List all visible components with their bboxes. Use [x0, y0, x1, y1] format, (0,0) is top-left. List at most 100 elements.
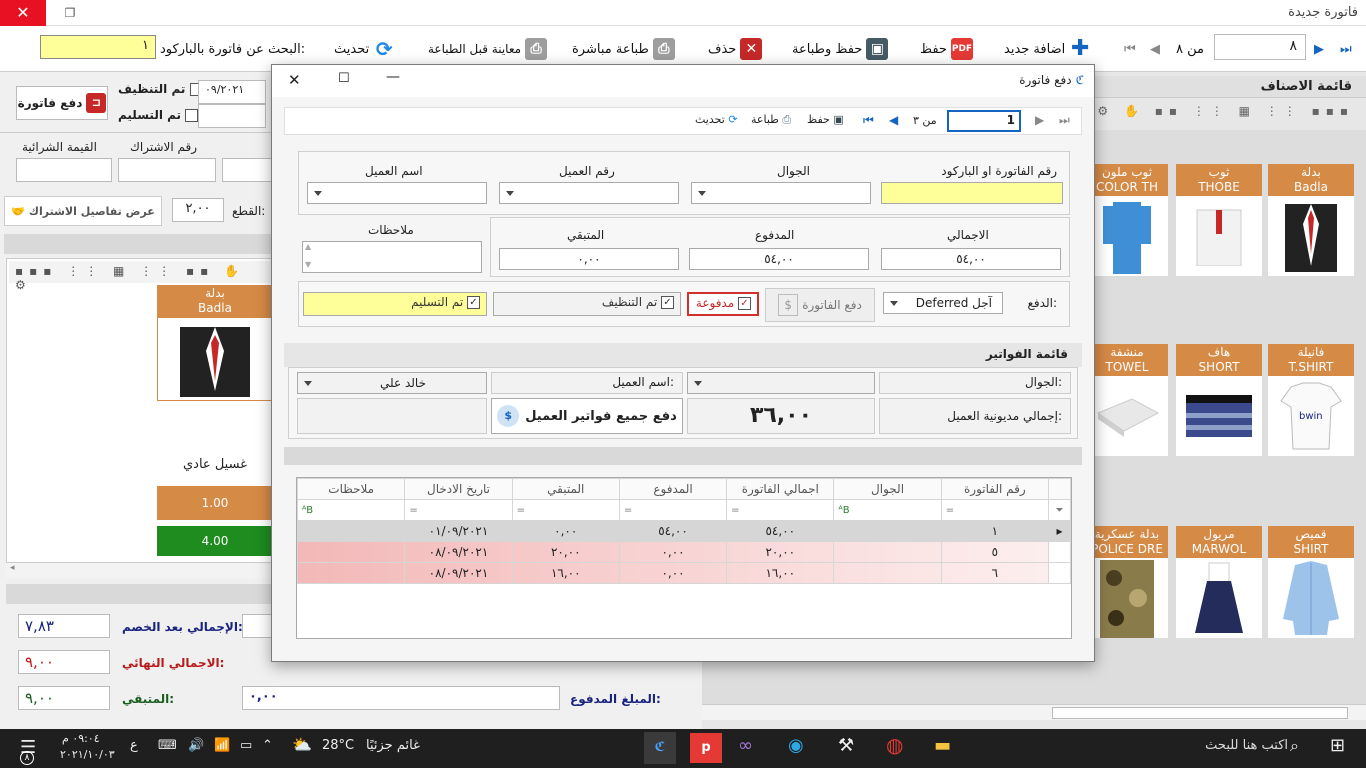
show-subscription-button[interactable]: عرض تفاصيل الاشتراك 🤝: [4, 196, 162, 226]
payment-combo[interactable]: Deferred آجل: [883, 292, 1003, 314]
keyboard-icon[interactable]: ⌨: [158, 738, 177, 753]
dialog-last-icon[interactable]: ⏭: [1059, 113, 1070, 128]
scrollbar-thumb[interactable]: [1052, 707, 1348, 719]
last-record-icon[interactable]: ⏭: [1340, 36, 1352, 62]
table-row[interactable]: ٦ ١٦,٠٠ ٠,٠٠ ١٦,٠٠ ٠٨/٠٩/٢٠٢١: [297, 562, 1071, 584]
pieces-field[interactable]: ٢,٠٠: [172, 198, 224, 222]
filter-icon[interactable]: ⏷: [1047, 499, 1071, 521]
chevron-up-icon[interactable]: ⌃: [262, 738, 273, 753]
date-field[interactable]: ٠٩/٢٠٢١: [198, 80, 266, 104]
prev-record-icon[interactable]: ◀: [1150, 36, 1160, 62]
dialog-maximize-icon[interactable]: ☐: [338, 71, 350, 86]
next-record-icon[interactable]: ▶: [1314, 36, 1324, 62]
subscription-value-combo[interactable]: [16, 158, 112, 182]
dialog-print-button[interactable]: ⎙ طباعة: [751, 113, 791, 127]
windows-start-icon[interactable]: ⊞: [1330, 735, 1345, 756]
items-scrollbar[interactable]: ◂: [6, 562, 272, 578]
paid-amount-field[interactable]: ٠,٠٠: [242, 686, 560, 710]
customer-no-combo[interactable]: [499, 182, 679, 204]
col-mobile[interactable]: الجوال: [833, 478, 942, 500]
file-explorer-icon[interactable]: ▬: [934, 735, 951, 756]
search-icon[interactable]: ⌕: [1290, 736, 1299, 756]
save-button[interactable]: PDF حفظ: [920, 36, 973, 62]
pay-invoice-button[interactable]: ⊏ دفع فاتورة: [16, 86, 108, 120]
maximize-button[interactable]: ❐: [50, 0, 90, 26]
add-new-button[interactable]: ✚ اضافة جديد: [1004, 36, 1091, 62]
discount-field[interactable]: [242, 614, 272, 638]
product-thobe[interactable]: ثوب THOBE: [1176, 164, 1262, 276]
pieces-label: القطع:: [232, 204, 266, 218]
col-remaining[interactable]: المتبقي: [511, 478, 620, 500]
dialog-next-icon[interactable]: ▶: [1035, 113, 1044, 127]
pdf-app-icon[interactable]: p: [690, 733, 722, 763]
print-preview-button[interactable]: ⎙ معاينة قبل الطباعة: [428, 36, 548, 62]
chrome-icon[interactable]: ◍: [886, 733, 903, 757]
list-customer-combo[interactable]: خالد علي: [297, 372, 487, 394]
dialog-first-icon[interactable]: ⏮: [863, 113, 874, 128]
delivered-checkbox[interactable]: [185, 109, 199, 122]
visual-studio-icon[interactable]: ∞: [738, 735, 753, 756]
first-record-icon[interactable]: ⏮: [1124, 36, 1136, 62]
list-mobile-combo[interactable]: [687, 372, 875, 394]
invoice-no-input[interactable]: [881, 182, 1063, 204]
table-row[interactable]: ▸ ١ ٥٤,٠٠ ٥٤,٠٠ ٠,٠٠ ٠١/٠٩/٢٠٢١: [297, 520, 1071, 542]
extra-combo[interactable]: [222, 158, 272, 182]
time-field[interactable]: [198, 104, 266, 128]
products-scrollbar[interactable]: [702, 704, 1366, 720]
spin-up-icon[interactable]: ▲: [305, 242, 311, 251]
product-short[interactable]: هاف SHORT: [1176, 344, 1262, 456]
nav-record-input[interactable]: ٨: [1214, 34, 1306, 60]
table-row[interactable]: ٥ ٢٠,٠٠ ٠,٠٠ ٢٠,٠٠ ٠٨/٠٩/٢٠٢١: [297, 541, 1071, 563]
remaining-field: ٩,٠٠: [18, 686, 110, 710]
taskbar-search[interactable]: اكتب هنا للبحث: [1184, 738, 1288, 753]
pay-all-button[interactable]: دفع جميع فواتير العميل $: [491, 398, 683, 434]
tools-icon[interactable]: ⚒: [838, 735, 854, 756]
dialog-save-button[interactable]: ▣ حفظ: [807, 113, 844, 126]
paid-checkbox[interactable]: ✓ مدفوعة: [687, 292, 759, 316]
delete-button[interactable]: ✕ حذف: [708, 36, 763, 62]
dialog-nav-input[interactable]: 1: [947, 110, 1021, 132]
barcode-search-input[interactable]: ١: [40, 35, 156, 59]
edge-icon[interactable]: ◉: [788, 735, 804, 756]
paid-field[interactable]: ٥٤,٠٠: [689, 248, 869, 270]
refresh-button[interactable]: ⟳ تحديث: [334, 36, 395, 62]
customer-name-combo[interactable]: [307, 182, 487, 204]
cleaned-checkbox[interactable]: ✓ تم التنظيف: [493, 292, 681, 316]
dialog-prev-icon[interactable]: ◀: [889, 113, 898, 127]
col-paid[interactable]: المدفوع: [618, 478, 728, 500]
direct-print-button[interactable]: ⎙ طباعة مباشرة: [572, 36, 675, 62]
product-marwol[interactable]: مريول MARWOL: [1176, 526, 1262, 638]
delivered-checkbox[interactable]: ✓ تم التسليم: [303, 292, 487, 316]
pay-invoice-button[interactable]: دفع الفاتورة $: [765, 288, 875, 322]
col-invoice-total[interactable]: اجمالي الفاتورة: [726, 478, 835, 500]
product-badla[interactable]: بدلة Badla: [1268, 164, 1354, 276]
battery-icon[interactable]: ▭: [240, 738, 252, 753]
product-police-dress[interactable]: بدلة عسكرية POLICE DRE: [1086, 526, 1168, 638]
dialog-close-icon[interactable]: ✕: [288, 71, 301, 89]
language-indicator[interactable]: ع: [130, 738, 138, 753]
dialog-refresh-button[interactable]: ⟳ تحديث: [695, 113, 738, 126]
printer-check-icon: ⎙: [652, 38, 675, 60]
price-cell-1[interactable]: 1.00: [157, 486, 273, 520]
col-notes[interactable]: ملاحظات: [297, 478, 406, 500]
wifi-icon[interactable]: 📶: [214, 738, 230, 753]
selected-item-card[interactable]: بدلة Badla غسيل عادي 1.00 4.00: [157, 285, 273, 556]
col-entry-date[interactable]: تاريخ الادخال: [404, 478, 513, 500]
app-task-icon[interactable]: ℭ: [644, 732, 676, 764]
dialog-minimize-icon[interactable]: —: [386, 69, 400, 85]
save-print-button[interactable]: ▣ حفظ وطباعة: [792, 36, 889, 62]
view-toolbar[interactable]: ▪▪▪ ⋮⋮ ▦ ⋮⋮ ▪▪ ✋ ⚙: [9, 261, 271, 292]
product-towel[interactable]: منشفة TOWEL: [1086, 344, 1168, 456]
volume-icon[interactable]: 🔊: [188, 738, 204, 753]
product-tshirt[interactable]: فانيلة T.SHIRT bwin: [1268, 344, 1354, 456]
products-view-toolbar[interactable]: ▪▪▪ ⋮⋮ ▦ ⋮⋮ ▪▪ ✋ ⚙: [1094, 104, 1354, 126]
product-shirt[interactable]: قميص SHIRT: [1268, 526, 1354, 638]
spin-down-icon[interactable]: ▼: [305, 260, 311, 269]
col-invoice-no[interactable]: رقم الفاتورة: [940, 478, 1049, 500]
subscription-no-combo[interactable]: [118, 158, 216, 182]
price-cell-2[interactable]: 4.00: [157, 526, 273, 556]
mobile-combo[interactable]: [691, 182, 871, 204]
notes-textarea[interactable]: ▲ ▼: [302, 241, 482, 273]
product-color-thobe[interactable]: ثوب ملون COLOR TH: [1086, 164, 1168, 276]
close-button[interactable]: ✕: [0, 0, 46, 26]
